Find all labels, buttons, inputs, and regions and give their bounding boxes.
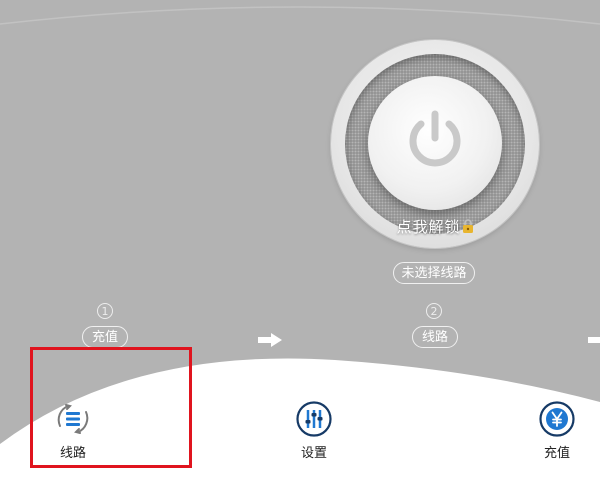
unlock-label-text: 点我解锁: [396, 218, 461, 236]
yen-icon: [539, 401, 575, 437]
step-2-label: 线路: [421, 330, 448, 345]
tab-recharge[interactable]: 充值: [522, 400, 592, 461]
route-status-text: 未选择线路: [401, 266, 467, 281]
top-arc-decoration: [0, 6, 600, 25]
arrow-right-icon: [258, 333, 282, 347]
power-button-face[interactable]: [368, 76, 502, 210]
power-button-ring: 点我解锁: [345, 54, 525, 237]
sliders-icon: [296, 401, 332, 437]
tab-settings[interactable]: 设置: [279, 400, 349, 461]
arrow-right-icon: [588, 337, 600, 343]
step-1-label: 充值: [91, 330, 118, 345]
tab-settings-label: 设置: [300, 446, 327, 461]
step-2-route-button[interactable]: 线路: [412, 326, 458, 348]
step-1-number: 1: [97, 303, 113, 319]
highlight-box: [30, 347, 192, 468]
power-icon: [409, 110, 461, 167]
step-2-number: 2: [426, 303, 442, 319]
lock-icon: [462, 219, 473, 233]
route-status-button[interactable]: 未选择线路: [393, 262, 475, 284]
tab-recharge-label: 充值: [543, 446, 570, 461]
unlock-label[interactable]: 点我解锁: [345, 216, 525, 237]
step-1-recharge-button[interactable]: 充值: [82, 326, 128, 348]
power-unlock-button[interactable]: 点我解锁: [331, 40, 539, 248]
